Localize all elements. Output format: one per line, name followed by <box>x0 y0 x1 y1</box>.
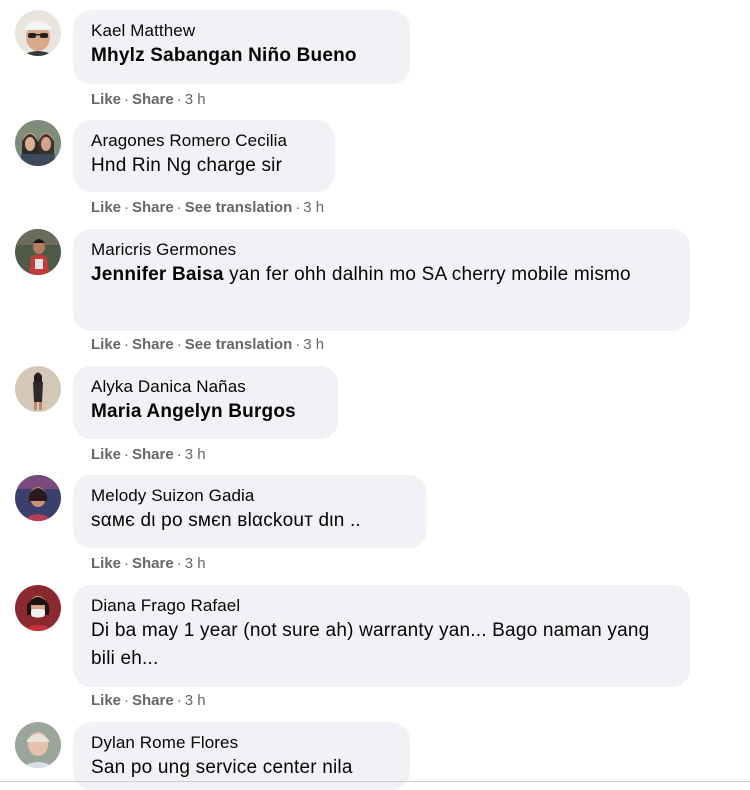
comment-actions: Like · Share · 3 h <box>91 91 206 108</box>
see-translation-link[interactable]: See translation <box>185 336 293 353</box>
mention-link[interactable]: Mhylz Sabangan Niño Bueno <box>91 45 357 66</box>
comment-bubble: Melody Suizon Gadia sαмє dι po ѕмєn вlαc… <box>73 475 427 548</box>
like-link[interactable]: Like <box>91 336 121 353</box>
comment-bubble: Dylan Rome Flores San po ung service cen… <box>73 722 410 790</box>
comment-actions: Like · Share · 3 h <box>91 555 206 572</box>
comment-text: Di ba may 1 year (not sure ah) warranty … <box>91 620 650 669</box>
comment-body: yan fer ohh dalhin mo SA cherry mobile m… <box>223 264 631 285</box>
share-link[interactable]: Share <box>132 446 174 463</box>
comment-author[interactable]: Kael Matthew <box>91 20 392 42</box>
share-link[interactable]: Share <box>132 91 174 108</box>
comment-author[interactable]: Dylan Rome Flores <box>91 732 392 754</box>
timestamp[interactable]: 3 h <box>185 555 206 572</box>
comment-author[interactable]: Alyka Danica Nañas <box>91 376 320 398</box>
avatar[interactable] <box>15 475 61 521</box>
comment-bubble: Diana Frago Rafael Di ba may 1 year (not… <box>73 585 690 687</box>
comment-author[interactable]: Diana Frago Rafael <box>91 595 672 617</box>
comment-actions: Like · Share · 3 h <box>91 692 206 709</box>
timestamp[interactable]: 3 h <box>185 692 206 709</box>
share-link[interactable]: Share <box>132 336 174 353</box>
divider <box>0 781 750 782</box>
timestamp[interactable]: 3 h <box>185 446 206 463</box>
comment-actions: Like · Share · See translation · 3 h <box>91 336 325 353</box>
timestamp[interactable]: 3 h <box>303 199 324 216</box>
comment-text: Mhylz Sabangan Niño Bueno <box>91 42 392 70</box>
mention-link[interactable]: Maria Angelyn Burgos <box>91 401 296 422</box>
share-link[interactable]: Share <box>132 199 174 216</box>
comment-text: Jennifer Baisa yan fer ohh dalhin mo SA … <box>91 261 672 289</box>
comment-bubble: Aragones Romero Cecilia Hnd Rin Ng charg… <box>73 120 335 192</box>
comment-bubble: Maricris Germones Jennifer Baisa yan fer… <box>73 229 690 331</box>
like-link[interactable]: Like <box>91 199 121 216</box>
comment-bubble: Alyka Danica Nañas Maria Angelyn Burgos <box>73 366 338 439</box>
avatar[interactable] <box>15 120 61 166</box>
timestamp[interactable]: 3 h <box>185 91 206 108</box>
avatar[interactable] <box>15 722 61 768</box>
comment-text: San po ung service center nila <box>91 757 353 778</box>
comment-text: sαмє dι po ѕмєn вlαckouт dιn .. <box>91 510 361 531</box>
like-link[interactable]: Like <box>91 555 121 572</box>
comment-bubble: Kael Matthew Mhylz Sabangan Niño Bueno <box>73 10 410 84</box>
like-link[interactable]: Like <box>91 91 121 108</box>
comment-actions: Like · Share · 3 h <box>91 446 206 463</box>
share-link[interactable]: Share <box>132 692 174 709</box>
comment-text: Maria Angelyn Burgos <box>91 398 320 426</box>
comment-author[interactable]: Melody Suizon Gadia <box>91 485 409 507</box>
like-link[interactable]: Like <box>91 446 121 463</box>
share-link[interactable]: Share <box>132 555 174 572</box>
avatar[interactable] <box>15 229 61 275</box>
see-translation-link[interactable]: See translation <box>185 199 293 216</box>
comment-text: Hnd Rin Ng charge sir <box>91 155 283 176</box>
comment-author[interactable]: Aragones Romero Cecilia <box>91 130 317 152</box>
avatar[interactable] <box>15 585 61 631</box>
like-link[interactable]: Like <box>91 692 121 709</box>
comment-author[interactable]: Maricris Germones <box>91 239 672 261</box>
comment-actions: Like · Share · See translation · 3 h <box>91 199 325 216</box>
avatar[interactable] <box>15 10 61 56</box>
avatar[interactable] <box>15 366 61 412</box>
timestamp[interactable]: 3 h <box>303 336 324 353</box>
mention-link[interactable]: Jennifer Baisa <box>91 264 224 285</box>
